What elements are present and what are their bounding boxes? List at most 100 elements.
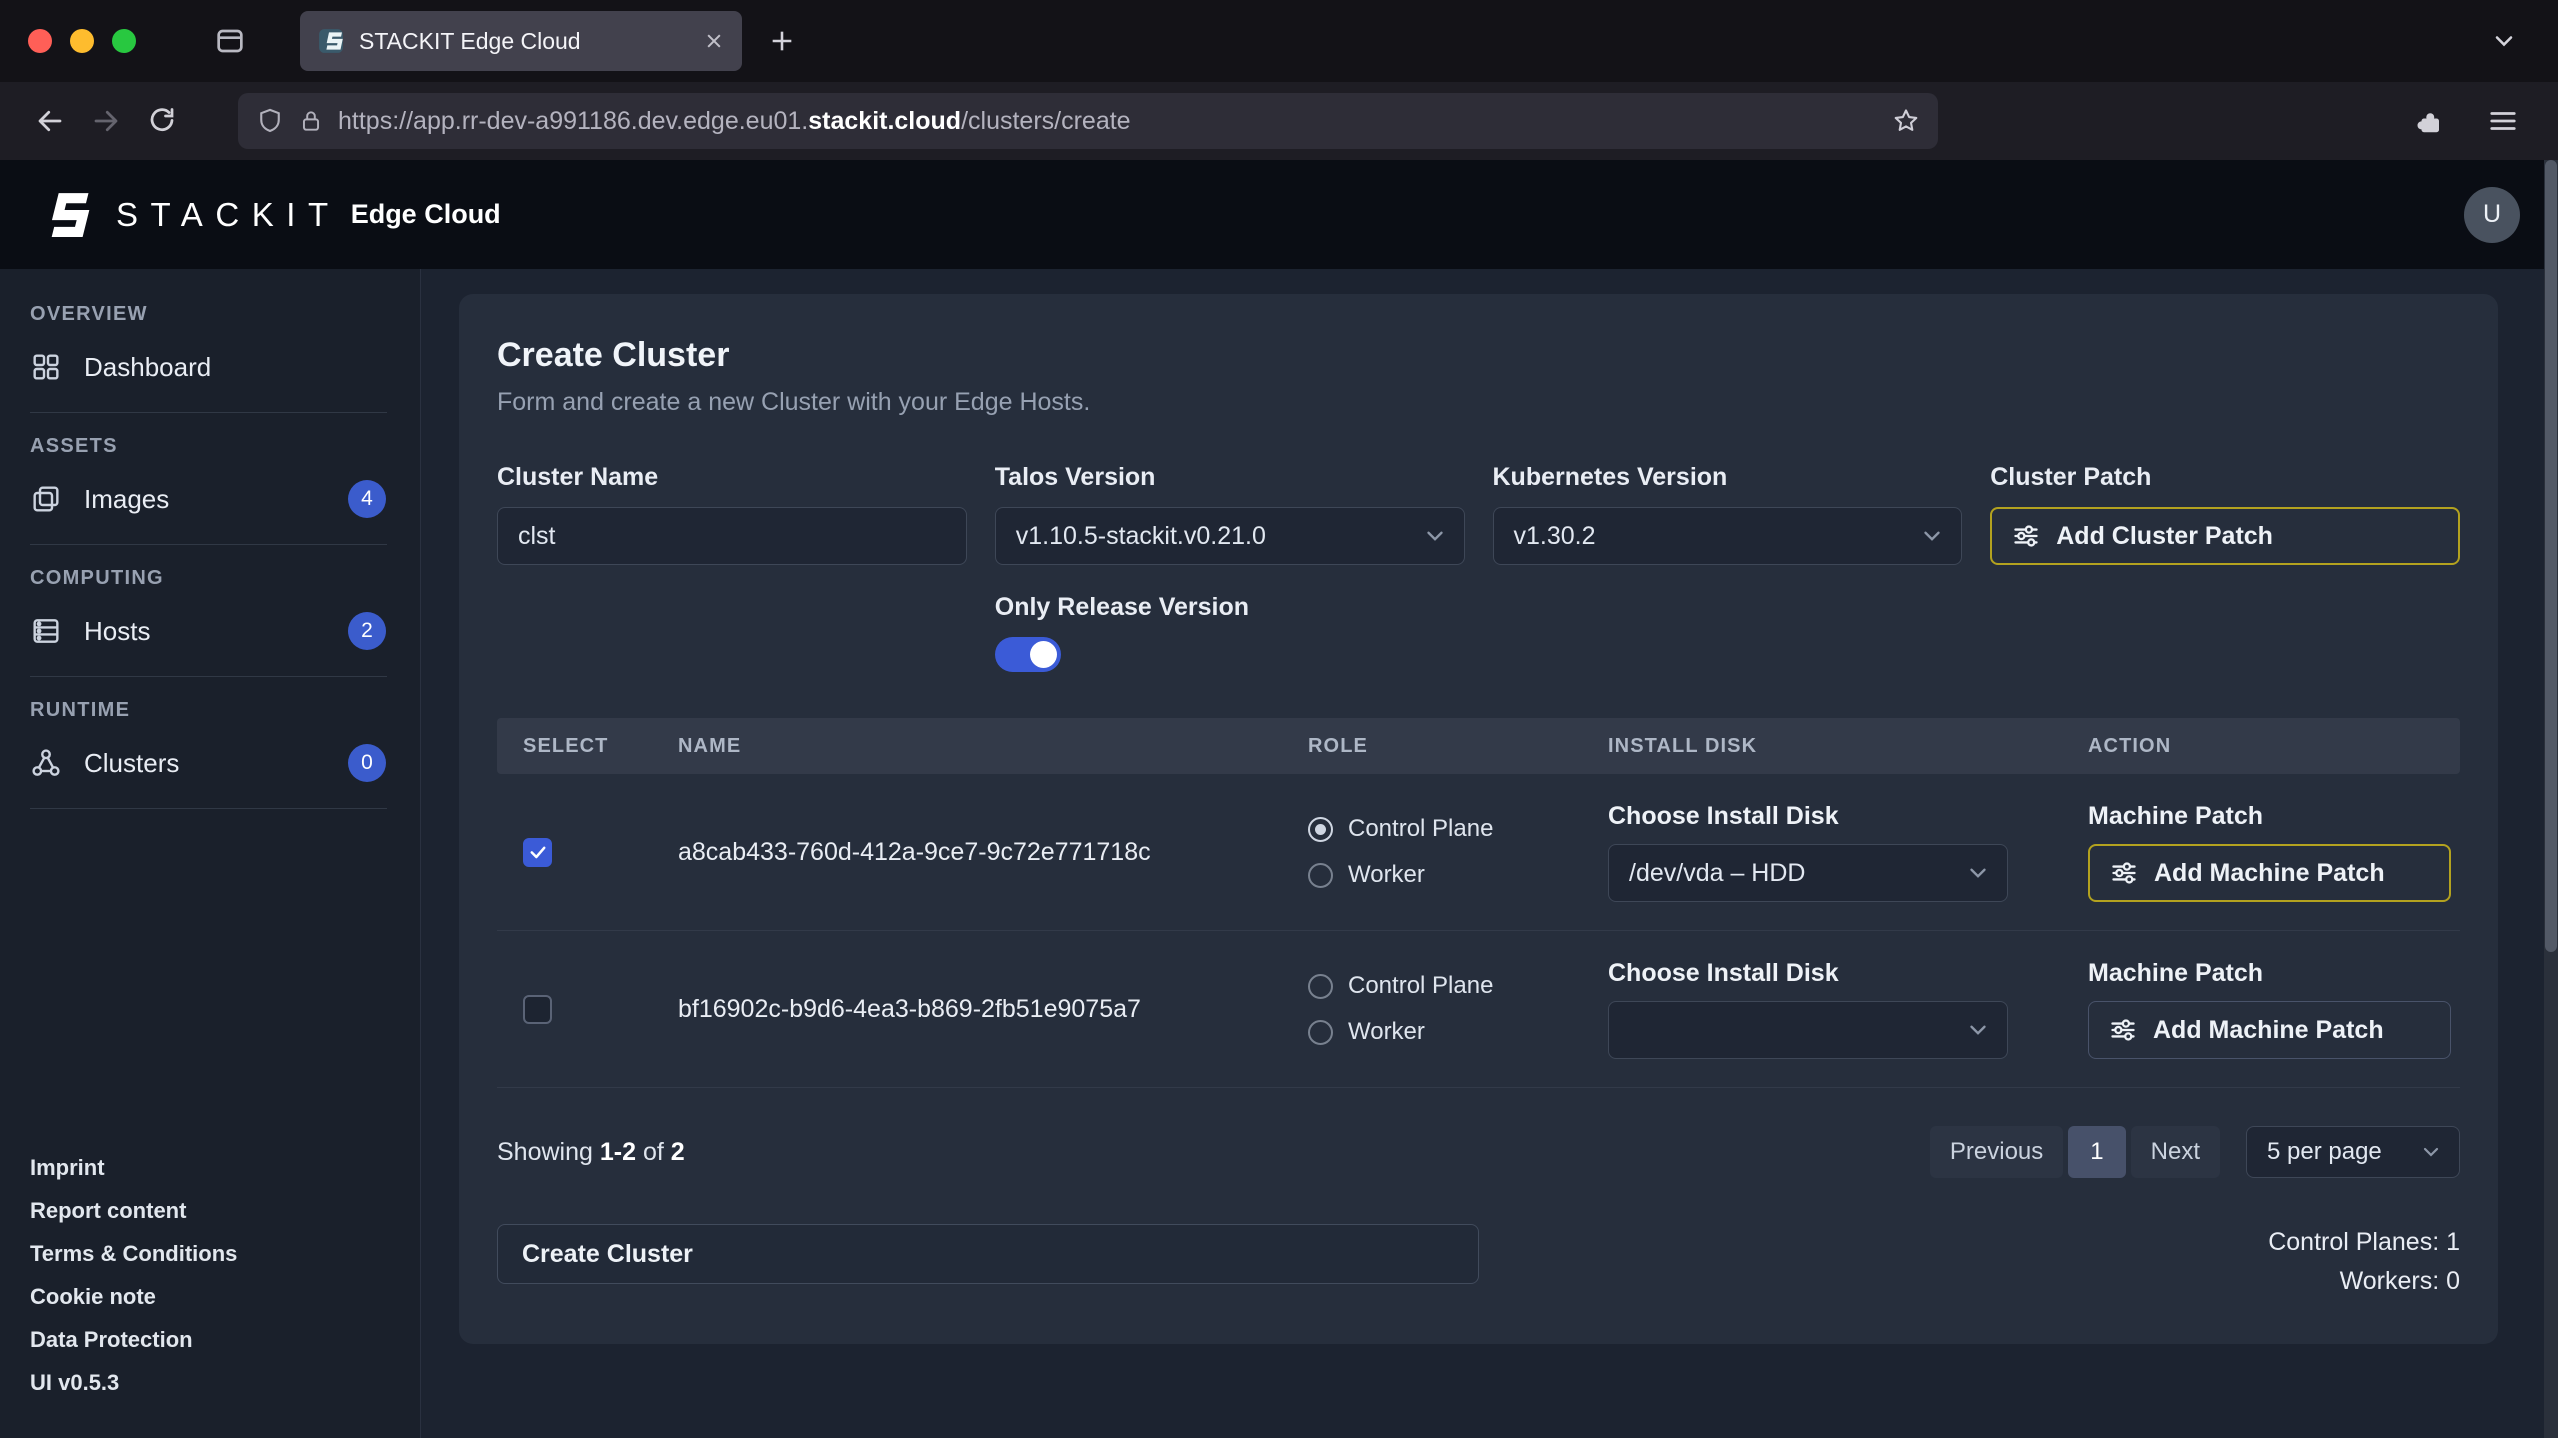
tab-title: STACKIT Edge Cloud [359, 28, 689, 55]
page-scrollbar[interactable] [2544, 160, 2558, 1438]
add-machine-patch-button[interactable]: Add Machine Patch [2088, 1001, 2451, 1059]
product-name: Edge Cloud [351, 199, 501, 230]
workers-count: Workers: 0 [2268, 1267, 2460, 1296]
sliders-icon [2110, 859, 2138, 887]
chevron-down-icon [1422, 523, 1448, 549]
machine-patch-label: Machine Patch [2088, 959, 2460, 988]
cluster-patch-field: Cluster Patch Add Cluster Patch [1990, 463, 2460, 565]
user-avatar[interactable]: U [2464, 187, 2520, 243]
row-checkbox[interactable] [523, 995, 552, 1024]
browser-tab-bar: STACKIT Edge Cloud [0, 0, 2558, 82]
per-page-select[interactable]: 5 per page [2246, 1126, 2460, 1178]
select-cell [497, 995, 652, 1024]
talos-version-select[interactable]: v1.10.5-stackit.v0.21.0 [995, 507, 1465, 565]
next-page-button[interactable]: Next [2131, 1126, 2220, 1178]
install-disk-select[interactable] [1608, 1001, 2008, 1059]
role-label: Control Plane [1348, 972, 1493, 1000]
role-radio-worker[interactable]: Worker [1308, 861, 1582, 889]
bookmark-star-icon[interactable] [1892, 107, 1920, 135]
header-name: NAME [652, 735, 1282, 758]
toggle-knob [1030, 641, 1057, 668]
url-bar[interactable]: https://app.rr-dev-a991186.dev.edge.eu01… [238, 93, 1938, 149]
browser-toolbar: https://app.rr-dev-a991186.dev.edge.eu01… [0, 82, 2558, 160]
kubernetes-version-value: v1.30.2 [1514, 522, 1596, 551]
table-footer: Showing 1-2 of 2 Previous 1 Next 5 per p… [497, 1126, 2460, 1178]
page-number-button[interactable]: 1 [2068, 1126, 2125, 1178]
sidebar-item-dashboard[interactable]: Dashboard [0, 336, 420, 398]
sidebar-item-clusters[interactable]: Clusters 0 [0, 732, 420, 794]
only-release-version-toggle[interactable] [995, 637, 1061, 672]
sidebar-item-label: Hosts [84, 616, 150, 647]
sidebar: OVERVIEW Dashboard ASSETS Images 4 COMPU… [0, 269, 421, 1438]
host-name: bf16902c-b9d6-4ea3-b869-2fb51e9075a7 [652, 995, 1282, 1024]
select-cell [497, 838, 652, 867]
role-radio-control-plane[interactable]: Control Plane [1308, 972, 1582, 1000]
radio-icon [1308, 1020, 1333, 1045]
hosts-table: SELECT NAME ROLE INSTALL DISK ACTION a8c… [497, 718, 2460, 1088]
back-button[interactable] [22, 93, 78, 149]
link-imprint[interactable]: Imprint [30, 1155, 420, 1181]
app-header: STACKIT Edge Cloud U [0, 160, 2558, 269]
header-action: ACTION [2062, 735, 2460, 758]
role-radio-control-plane[interactable]: Control Plane [1308, 815, 1582, 843]
cluster-name-input[interactable] [497, 507, 967, 565]
cluster-name-field: Cluster Name [497, 463, 967, 565]
sidebar-footer-links: Imprint Report content Terms & Condition… [0, 1155, 420, 1438]
window-close-button[interactable] [28, 29, 52, 53]
images-icon [30, 483, 62, 515]
ui-version-label: UI v0.5.3 [30, 1370, 420, 1396]
scrollbar-thumb[interactable] [2545, 160, 2557, 952]
window-zoom-button[interactable] [112, 29, 136, 53]
cluster-form: Cluster Name Talos Version v1.10.5-stack… [497, 463, 2460, 672]
previous-page-button[interactable]: Previous [1930, 1126, 2063, 1178]
role-label: Worker [1348, 1018, 1425, 1046]
hosts-icon [30, 615, 62, 647]
sidebar-section-runtime: RUNTIME Clusters 0 [0, 699, 420, 831]
sidebar-section-computing: COMPUTING Hosts 2 [0, 567, 420, 699]
link-data-protection[interactable]: Data Protection [30, 1327, 420, 1353]
tab-list-chevron-icon[interactable] [2490, 27, 2518, 55]
kubernetes-version-select[interactable]: v1.30.2 [1493, 507, 1963, 565]
new-tab-button[interactable] [768, 27, 796, 55]
tracking-shield-icon[interactable] [256, 107, 284, 135]
window-minimize-button[interactable] [70, 29, 94, 53]
reload-button[interactable] [134, 93, 190, 149]
page-title: Create Cluster [497, 336, 2460, 375]
header-install-disk: INSTALL DISK [1582, 735, 2062, 758]
clusters-count-badge: 0 [348, 744, 386, 782]
sidebar-item-hosts[interactable]: Hosts 2 [0, 600, 420, 662]
extensions-icon[interactable] [2414, 106, 2444, 136]
lock-icon[interactable] [298, 108, 324, 134]
add-cluster-patch-button[interactable]: Add Cluster Patch [1990, 507, 2460, 565]
forward-button[interactable] [78, 93, 134, 149]
cluster-patch-label: Cluster Patch [1990, 463, 2460, 492]
pager-buttons: Previous 1 Next [1930, 1126, 2220, 1178]
create-cluster-button[interactable]: Create Cluster [497, 1224, 1479, 1284]
action-cell: Machine Patch Add Machine Patch [2062, 959, 2460, 1059]
role-radio-worker[interactable]: Worker [1308, 1018, 1582, 1046]
sidebar-item-images[interactable]: Images 4 [0, 468, 420, 530]
section-title-overview: OVERVIEW [30, 303, 420, 326]
url-text: https://app.rr-dev-a991186.dev.edge.eu01… [338, 107, 1131, 136]
section-title-computing: COMPUTING [30, 567, 420, 590]
sidebar-divider [30, 676, 387, 677]
main-area: Create Cluster Form and create a new Clu… [421, 269, 2558, 1438]
section-title-runtime: RUNTIME [30, 699, 420, 722]
sidebar-item-label: Clusters [84, 748, 179, 779]
install-disk-select[interactable]: /dev/vda – HDD [1608, 844, 2008, 902]
role-label: Worker [1348, 861, 1425, 889]
kubernetes-version-label: Kubernetes Version [1493, 463, 1963, 492]
link-report-content[interactable]: Report content [30, 1198, 420, 1224]
sidebar-divider [30, 412, 387, 413]
browser-tab[interactable]: STACKIT Edge Cloud [300, 11, 742, 71]
row-checkbox[interactable] [523, 838, 552, 867]
link-cookie-note[interactable]: Cookie note [30, 1284, 420, 1310]
host-name: a8cab433-760d-412a-9ce7-9c72e771718c [652, 838, 1282, 867]
tab-close-icon[interactable] [704, 31, 724, 51]
menu-icon[interactable] [2488, 106, 2518, 136]
add-machine-patch-button[interactable]: Add Machine Patch [2088, 844, 2451, 902]
choose-install-disk-label: Choose Install Disk [1608, 959, 2062, 988]
radio-selected-icon [1308, 817, 1333, 842]
firefox-view-icon[interactable] [214, 25, 246, 57]
link-terms[interactable]: Terms & Conditions [30, 1241, 420, 1267]
